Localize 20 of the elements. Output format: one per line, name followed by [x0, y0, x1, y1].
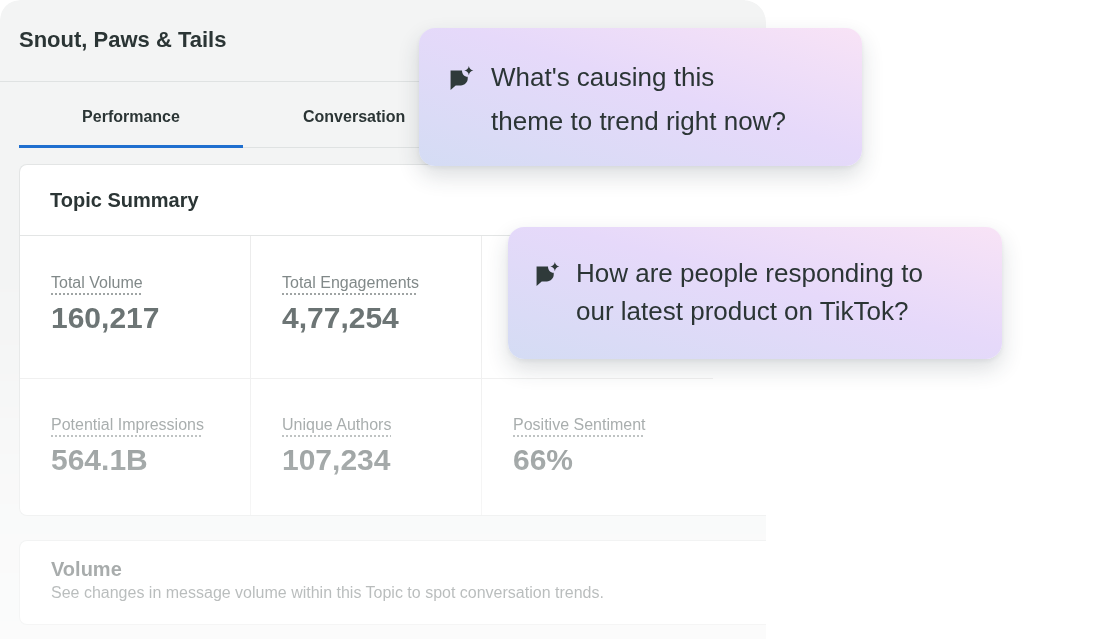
- metric-value: 564.1B: [51, 442, 148, 478]
- card-title: Volume: [51, 557, 122, 582]
- suggestion-button[interactable]: What's causing this theme to trend right now?: [419, 28, 862, 166]
- metric-value: 160,217: [51, 300, 160, 336]
- card-title: Topic Summary: [50, 188, 199, 212]
- metric-title: Total Engagements: [282, 273, 419, 293]
- metric-value: 107,234: [282, 442, 391, 478]
- metric-title: Positive Sentiment: [513, 415, 646, 435]
- metric-value: 4,77,254: [282, 300, 399, 336]
- metric-title: Unique Authors: [282, 415, 392, 435]
- sparkle-chat-icon: [536, 262, 560, 286]
- sparkle-chat-icon: [450, 66, 474, 90]
- tab[interactable]: Conversation: [243, 82, 413, 148]
- metric-value: 66%: [513, 442, 574, 478]
- metric-title: Potential Impressions: [51, 415, 204, 435]
- suggestion-button[interactable]: How are people responding to our latest product on TikTok?: [508, 227, 1002, 359]
- card-description: See changes in message volume within this Topic to spot conversation trends.: [51, 583, 604, 603]
- page-title: Snout, Paws & Tails: [19, 27, 227, 54]
- metric-title: Total Volume: [51, 273, 143, 293]
- tab[interactable]: Performance: [19, 82, 243, 148]
